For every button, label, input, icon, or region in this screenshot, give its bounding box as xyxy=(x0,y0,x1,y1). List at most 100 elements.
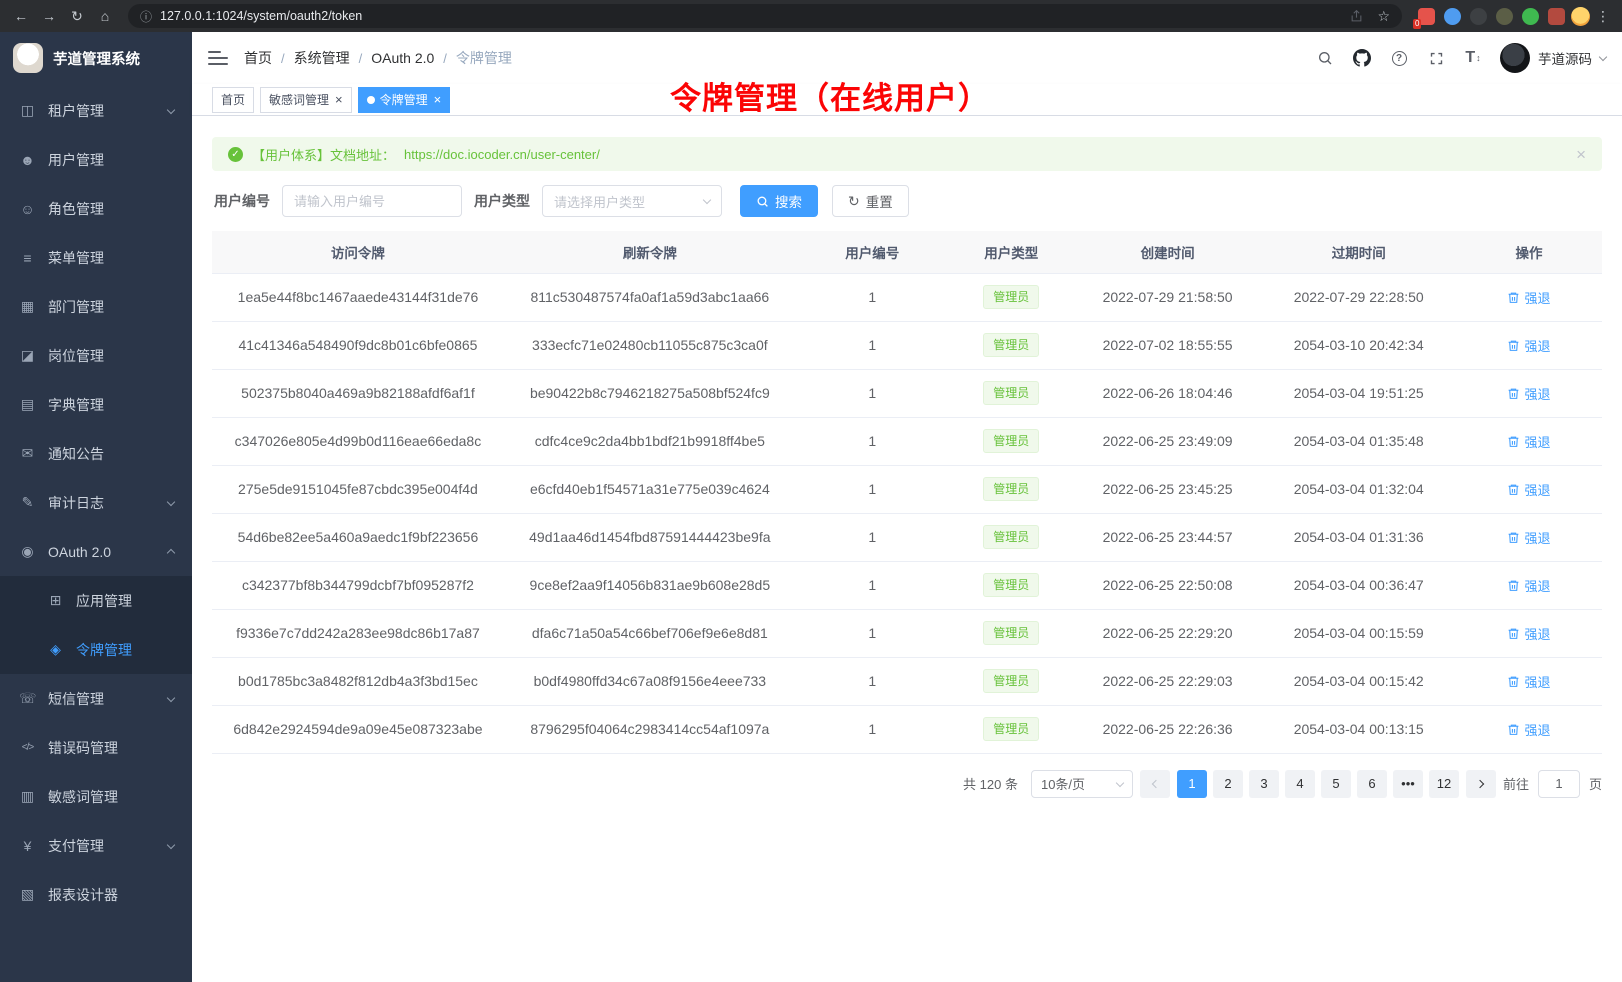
extension-icon[interactable] xyxy=(1470,8,1487,25)
refresh-token-cell: 333ecfc71e02480cb11055c875c3ca0f xyxy=(504,321,796,369)
extension-icon[interactable]: 0 xyxy=(1418,8,1435,25)
extension-icon[interactable] xyxy=(1444,8,1461,25)
sidebar-item-sensitive-word[interactable]: ▥ 敏感词管理 xyxy=(0,772,192,821)
user-type-select[interactable]: 请选择用户类型 xyxy=(542,185,722,217)
force-logout-button[interactable]: 强退 xyxy=(1507,288,1550,307)
sidebar-item-dict[interactable]: ▤ 字典管理 xyxy=(0,380,192,429)
force-logout-button[interactable]: 强退 xyxy=(1507,432,1550,451)
address-bar[interactable]: ⓘ 127.0.0.1:1024/system/oauth2/token ☆ xyxy=(128,4,1402,28)
site-info-icon[interactable]: ⓘ xyxy=(140,8,152,25)
sidebar-item-oauth-app[interactable]: ⊞ 应用管理 xyxy=(0,576,192,625)
sidebar-item-pay[interactable]: ¥ 支付管理 xyxy=(0,821,192,870)
page-button[interactable]: 12 xyxy=(1429,770,1459,798)
page-button[interactable]: 2 xyxy=(1213,770,1243,798)
browser-menu-icon[interactable]: ⋮ xyxy=(1592,8,1614,25)
force-logout-button[interactable]: 强退 xyxy=(1507,384,1550,403)
sidebar-item-oauth-token[interactable]: ◈ 令牌管理 xyxy=(0,625,192,674)
sensitive-word-icon: ▥ xyxy=(19,788,36,805)
chevron-up-icon xyxy=(168,548,174,556)
force-logout-button[interactable]: 强退 xyxy=(1507,480,1550,499)
delete-icon xyxy=(1507,531,1520,544)
delete-icon xyxy=(1507,291,1520,304)
doc-link[interactable]: https://doc.iocoder.cn/user-center/ xyxy=(404,147,600,162)
extension-icon[interactable] xyxy=(1522,8,1539,25)
user-id-cell: 1 xyxy=(796,321,949,369)
extension-icon[interactable] xyxy=(1496,8,1513,25)
sidebar-item-sms[interactable]: ☏ 短信管理 xyxy=(0,674,192,723)
sidebar-item-report-designer[interactable]: ▧ 报表设计器 xyxy=(0,870,192,919)
search-icon xyxy=(756,195,769,208)
next-page-button[interactable] xyxy=(1466,770,1496,798)
col-access-token: 访问令牌 xyxy=(212,231,504,273)
browser-forward-button[interactable]: → xyxy=(36,3,62,29)
access-token-cell: 1ea5e44f8bc1467aaede43144f31de76 xyxy=(212,273,504,321)
chevron-down-icon xyxy=(1599,53,1607,61)
extension-icon[interactable] xyxy=(1548,8,1565,25)
sidebar-item-menu[interactable]: ≡ 菜单管理 xyxy=(0,233,192,282)
sidebar-item-role[interactable]: ☺ 角色管理 xyxy=(0,184,192,233)
sidebar-item-dept[interactable]: ▦ 部门管理 xyxy=(0,282,192,331)
goto-page-input[interactable] xyxy=(1538,770,1580,798)
dict-icon: ▤ xyxy=(19,396,36,413)
breadcrumb-separator: / xyxy=(359,51,363,66)
force-logout-button[interactable]: 强退 xyxy=(1507,672,1550,691)
page-button[interactable]: ••• xyxy=(1393,770,1423,798)
doc-alert: ✓ 【用户体系】文档地址： https://doc.iocoder.cn/use… xyxy=(212,137,1602,171)
browser-home-button[interactable]: ⌂ xyxy=(92,3,118,29)
page-button[interactable]: 3 xyxy=(1249,770,1279,798)
page-button[interactable]: 1 xyxy=(1177,770,1207,798)
fullscreen-icon[interactable] xyxy=(1426,47,1446,69)
bookmark-star-icon[interactable]: ☆ xyxy=(1377,9,1390,23)
tab-close-icon[interactable]: × xyxy=(335,93,343,106)
sidebar-item-error-code[interactable]: </> 错误码管理 xyxy=(0,723,192,772)
chevron-left-icon xyxy=(1152,779,1160,787)
breadcrumb-item-home[interactable]: 首页 xyxy=(244,48,272,68)
table-row: c347026e805e4d99b0d116eae66eda8c cdfc4ce… xyxy=(212,417,1602,465)
force-logout-button[interactable]: 强退 xyxy=(1507,336,1550,355)
user-type-label: 用户类型 xyxy=(474,191,530,211)
force-logout-button[interactable]: 强退 xyxy=(1507,576,1550,595)
sidebar-item-user[interactable]: ☻ 用户管理 xyxy=(0,135,192,184)
sidebar-item-notice[interactable]: ✉ 通知公告 xyxy=(0,429,192,478)
help-icon[interactable]: ? xyxy=(1389,47,1409,69)
page-size-select[interactable]: 10条/页 xyxy=(1031,770,1133,798)
github-icon[interactable] xyxy=(1352,47,1372,69)
tab-close-icon[interactable]: × xyxy=(434,93,442,106)
search-button[interactable]: 搜索 xyxy=(740,185,818,217)
tab-token[interactable]: 令牌管理 × xyxy=(358,87,451,113)
user-type-cell: 管理员 xyxy=(949,513,1074,561)
sms-icon: ☏ xyxy=(19,690,36,707)
breadcrumb-item-system[interactable]: 系统管理 xyxy=(294,48,350,68)
success-check-icon: ✓ xyxy=(228,147,243,162)
sidebar-item-post[interactable]: ◪ 岗位管理 xyxy=(0,331,192,380)
tab-sensitive-word[interactable]: 敏感词管理 × xyxy=(260,87,352,113)
sidebar-item-tenant[interactable]: ◫ 租户管理 xyxy=(0,86,192,135)
user-id-input[interactable] xyxy=(282,185,462,217)
sidebar-collapse-button[interactable] xyxy=(208,51,228,65)
user-menu[interactable]: 芋道源码 xyxy=(1500,43,1606,73)
prev-page-button[interactable] xyxy=(1140,770,1170,798)
app-logo[interactable]: 芋道管理系统 xyxy=(0,32,192,84)
force-logout-button[interactable]: 强退 xyxy=(1507,528,1550,547)
share-icon[interactable] xyxy=(1346,5,1366,27)
breadcrumb-item-oauth[interactable]: OAuth 2.0 xyxy=(371,50,434,66)
browser-back-button[interactable]: ← xyxy=(8,3,34,29)
col-actions: 操作 xyxy=(1456,231,1602,273)
sidebar-item-oauth[interactable]: ◉ OAuth 2.0 xyxy=(0,527,192,576)
reset-button[interactable]: ↻ 重置 xyxy=(832,185,909,217)
tab-home[interactable]: 首页 xyxy=(212,87,254,113)
search-icon[interactable] xyxy=(1315,47,1335,69)
expire-time-cell: 2054-03-04 00:13:15 xyxy=(1261,705,1456,753)
page-button[interactable]: 6 xyxy=(1357,770,1387,798)
force-logout-button[interactable]: 强退 xyxy=(1507,720,1550,739)
sidebar-item-audit-log[interactable]: ✎ 审计日志 xyxy=(0,478,192,527)
browser-refresh-button[interactable]: ↻ xyxy=(64,3,90,29)
page-button[interactable]: 4 xyxy=(1285,770,1315,798)
user-type-badge: 管理员 xyxy=(983,333,1039,357)
page-button[interactable]: 5 xyxy=(1321,770,1351,798)
font-size-icon[interactable]: T↕ xyxy=(1463,47,1483,69)
browser-profile-avatar[interactable] xyxy=(1571,7,1590,26)
access-token-cell: 54d6be82ee5a460a9aedc1f9bf223656 xyxy=(212,513,504,561)
force-logout-button[interactable]: 强退 xyxy=(1507,624,1550,643)
alert-close-icon[interactable]: × xyxy=(1576,146,1586,163)
